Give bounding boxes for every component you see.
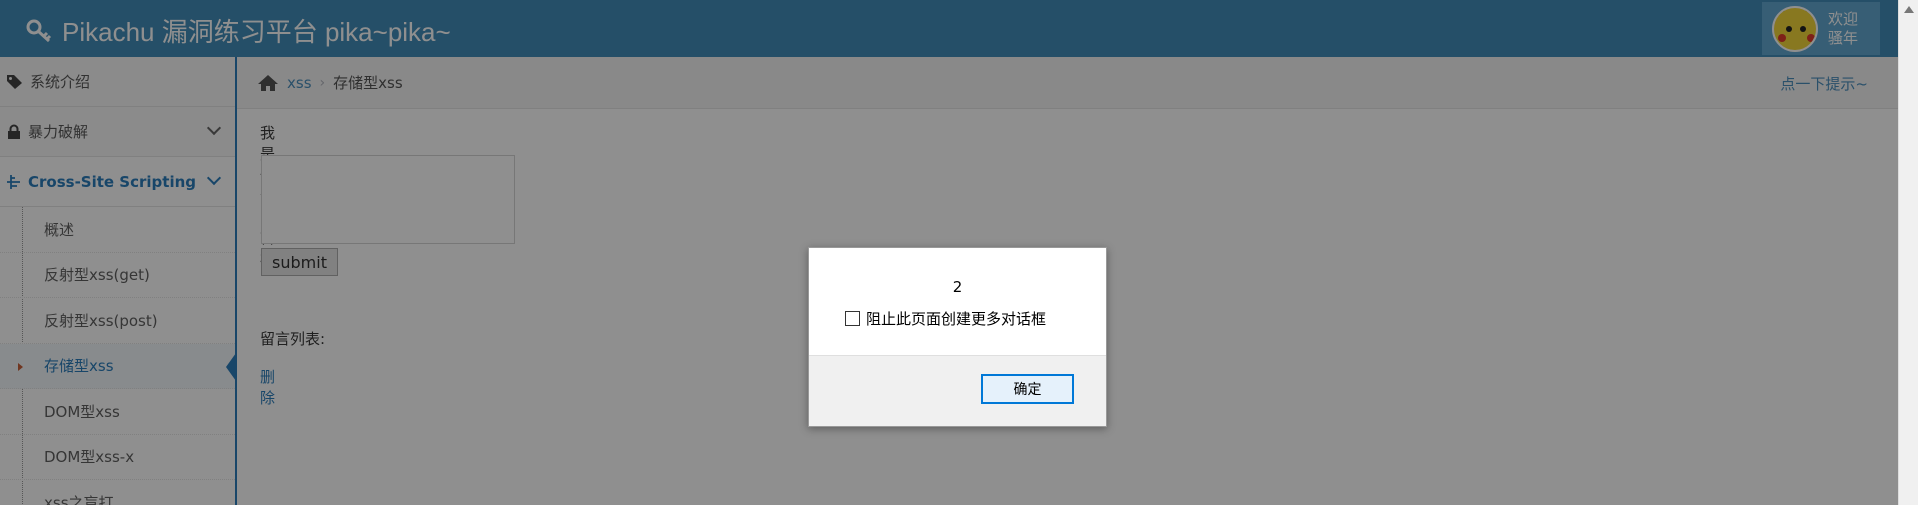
page-scrollbar[interactable]: [1898, 0, 1918, 505]
dialog-message: 2: [952, 278, 963, 296]
alert-dialog: 2 阻止此页面创建更多对话框 确定: [808, 247, 1107, 427]
block-dialogs-option[interactable]: 阻止此页面创建更多对话框: [845, 308, 1046, 329]
block-dialogs-label: 阻止此页面创建更多对话框: [866, 310, 1047, 328]
block-dialogs-checkbox[interactable]: [845, 311, 860, 326]
ok-button[interactable]: 确定: [981, 374, 1074, 404]
dialog-footer: 确定: [809, 355, 1106, 426]
scroll-up-icon[interactable]: [1904, 6, 1914, 13]
